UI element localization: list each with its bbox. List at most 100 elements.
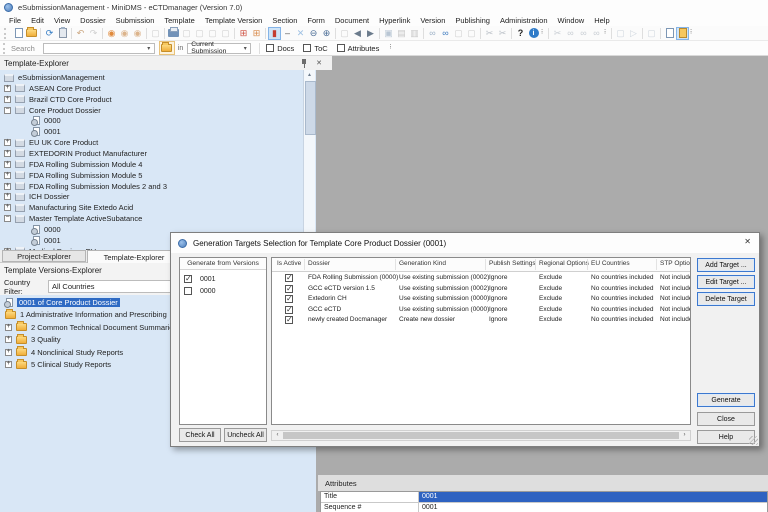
tab-project-explorer[interactable]: Project-Explorer bbox=[2, 250, 86, 262]
is-active-checkbox[interactable] bbox=[285, 306, 293, 314]
expand-icon[interactable]: + bbox=[5, 361, 12, 368]
active-document-icon[interactable] bbox=[676, 27, 689, 40]
resize-grip[interactable] bbox=[749, 436, 758, 445]
checkbox-docs[interactable]: Docs bbox=[266, 44, 294, 53]
tree-item-brazil-ctd-core-product[interactable]: +Brazil CTD Core Product bbox=[0, 94, 316, 105]
checkbox-attributes[interactable]: Attributes bbox=[337, 44, 380, 53]
toolbar-overflow[interactable] bbox=[689, 27, 695, 40]
expand-icon[interactable]: + bbox=[5, 336, 12, 343]
tree-item-0000[interactable]: 0000 bbox=[0, 115, 316, 126]
refresh-icon[interactable]: ⟳ bbox=[43, 27, 56, 40]
column-header-eu-countries[interactable]: EU Countries bbox=[591, 260, 630, 267]
checkbox-box[interactable] bbox=[337, 44, 345, 52]
tools-3-icon[interactable]: ∞ bbox=[577, 27, 590, 40]
stop-icon[interactable]: ▢ bbox=[338, 27, 351, 40]
toolbar-overflow[interactable] bbox=[603, 27, 609, 40]
is-active-checkbox[interactable] bbox=[285, 285, 293, 293]
tree-item-asean-core-product[interactable]: +ASEAN Core Product bbox=[0, 83, 316, 94]
column-separator[interactable] bbox=[395, 259, 396, 270]
dialog-close-icon[interactable] bbox=[744, 237, 751, 246]
column-separator[interactable] bbox=[656, 259, 657, 270]
help-icon[interactable] bbox=[527, 27, 540, 40]
column-header-publish-settings[interactable]: Publish Settings bbox=[489, 260, 536, 267]
tree-item-core-product-dossier[interactable]: −Core Product Dossier bbox=[0, 105, 316, 116]
scroll-right-icon[interactable] bbox=[680, 431, 689, 440]
link-icon[interactable]: ∞ bbox=[426, 27, 439, 40]
structure-view-icon[interactable]: ⊞ bbox=[237, 27, 250, 40]
paste-icon[interactable] bbox=[56, 27, 69, 40]
mail-icon[interactable]: ▢ bbox=[206, 27, 219, 40]
table-row-extedorin-ch[interactable]: Extedorin CHUse existing submission (000… bbox=[272, 294, 690, 304]
hyperlink-icon[interactable]: ∞ bbox=[439, 27, 452, 40]
menu-file[interactable]: File bbox=[4, 16, 26, 25]
menu-version[interactable]: Version bbox=[415, 16, 450, 25]
checkbox-box[interactable] bbox=[266, 44, 274, 52]
highlight-mode-icon[interactable]: ▮ bbox=[268, 27, 281, 40]
expand-icon[interactable]: + bbox=[4, 193, 11, 200]
zoom-out-icon[interactable]: ⊖ bbox=[307, 27, 320, 40]
preview-icon[interactable]: ▢ bbox=[149, 27, 162, 40]
table-row-gcc-ectd-version-1-5[interactable]: GCC eCTD version 1.5Use existing submiss… bbox=[272, 284, 690, 294]
doc-action-3-icon[interactable]: ▢ bbox=[645, 27, 658, 40]
print-icon[interactable] bbox=[167, 27, 180, 40]
attribute-row-title[interactable]: Title0001 bbox=[321, 492, 767, 503]
tree-scrollbar[interactable] bbox=[303, 70, 315, 250]
column-separator[interactable] bbox=[535, 259, 536, 270]
scroll-up-icon[interactable] bbox=[304, 70, 315, 80]
toolbar-overflow[interactable] bbox=[388, 42, 394, 55]
version-row-0001[interactable]: 0001 bbox=[184, 274, 216, 284]
is-active-checkbox[interactable] bbox=[285, 316, 293, 324]
expand-icon[interactable]: + bbox=[4, 161, 11, 168]
scrollbar-thumb[interactable] bbox=[305, 81, 316, 135]
chevron-down-icon[interactable] bbox=[145, 44, 153, 53]
tree-item-fda-rolling-submission-module-4[interactable]: +FDA Rolling Submission Module 4 bbox=[0, 159, 316, 170]
tree-item-eu-uk-core-product[interactable]: +EU UK Core Product bbox=[0, 137, 316, 148]
link-document-icon[interactable]: ▢ bbox=[465, 27, 478, 40]
scrollbar-thumb[interactable] bbox=[283, 432, 679, 439]
version-row-0000[interactable]: 0000 bbox=[184, 286, 216, 296]
doc-action-1-icon[interactable]: ▢ bbox=[614, 27, 627, 40]
expand-icon[interactable]: + bbox=[4, 150, 11, 157]
nav-back-icon[interactable]: ◀ bbox=[351, 27, 364, 40]
pin-icon[interactable] bbox=[300, 58, 308, 68]
zoom-in-icon[interactable]: ⊕ bbox=[320, 27, 333, 40]
doc-action-2-icon[interactable]: ▷ bbox=[627, 27, 640, 40]
menu-template[interactable]: Template bbox=[159, 16, 199, 25]
menu-view[interactable]: View bbox=[49, 16, 75, 25]
view-record-2-icon[interactable]: ◉ bbox=[118, 27, 131, 40]
menu-document[interactable]: Document bbox=[330, 16, 374, 25]
new-document-icon[interactable] bbox=[12, 27, 25, 40]
undo-icon[interactable]: ↶ bbox=[74, 27, 87, 40]
cut-icon[interactable]: ✂ bbox=[483, 27, 496, 40]
column-separator[interactable] bbox=[304, 259, 305, 270]
menu-submission[interactable]: Submission bbox=[111, 16, 160, 25]
tree-item-extedorin-product-manufacturer[interactable]: +EXTEDORIN Product Manufacturer bbox=[0, 148, 316, 159]
menu-edit[interactable]: Edit bbox=[26, 16, 49, 25]
menu-publishing[interactable]: Publishing bbox=[450, 16, 495, 25]
uncheck-all-button[interactable]: Uncheck All bbox=[224, 428, 267, 442]
version-checkbox[interactable] bbox=[184, 275, 192, 283]
table-row-fda-rolling-submission-0000[interactable]: FDA Rolling Submission (0000)Use existin… bbox=[272, 273, 690, 283]
column-header-regional-options[interactable]: Regional Options bbox=[539, 260, 589, 267]
tree-item-esubmissionmanagement[interactable]: eSubmissionManagement bbox=[0, 72, 316, 83]
cut-2-icon[interactable]: ✂ bbox=[496, 27, 509, 40]
edit-target-button[interactable]: Edit Target ... bbox=[697, 275, 755, 289]
is-active-checkbox[interactable] bbox=[285, 295, 293, 303]
scroll-left-icon[interactable] bbox=[273, 431, 282, 440]
send-icon[interactable]: ▢ bbox=[219, 27, 232, 40]
expand-icon[interactable]: + bbox=[5, 349, 12, 356]
is-active-checkbox[interactable] bbox=[285, 274, 293, 282]
attribute-value[interactable]: 0001 bbox=[419, 503, 767, 512]
print-preview-icon[interactable]: ▢ bbox=[180, 27, 193, 40]
delete-target-button[interactable]: Delete Target bbox=[697, 292, 755, 306]
new-from-template-icon[interactable] bbox=[663, 27, 676, 40]
checkbox-box[interactable] bbox=[303, 44, 311, 52]
tree-item-manufacturing-site-extedo-acid[interactable]: +Manufacturing Site Extedo Acid bbox=[0, 202, 316, 213]
tree-item-ich-dossier[interactable]: +ICH Dossier bbox=[0, 191, 316, 202]
search-input[interactable] bbox=[43, 43, 155, 54]
menu-window[interactable]: Window bbox=[553, 16, 590, 25]
table-row-newly-created-docmanager[interactable]: newly created DocmanagerCreate new dossi… bbox=[272, 315, 690, 325]
menu-form[interactable]: Form bbox=[302, 16, 330, 25]
column-header-generation-kind[interactable]: Generation Kind bbox=[399, 260, 446, 267]
column-separator[interactable] bbox=[587, 259, 588, 270]
